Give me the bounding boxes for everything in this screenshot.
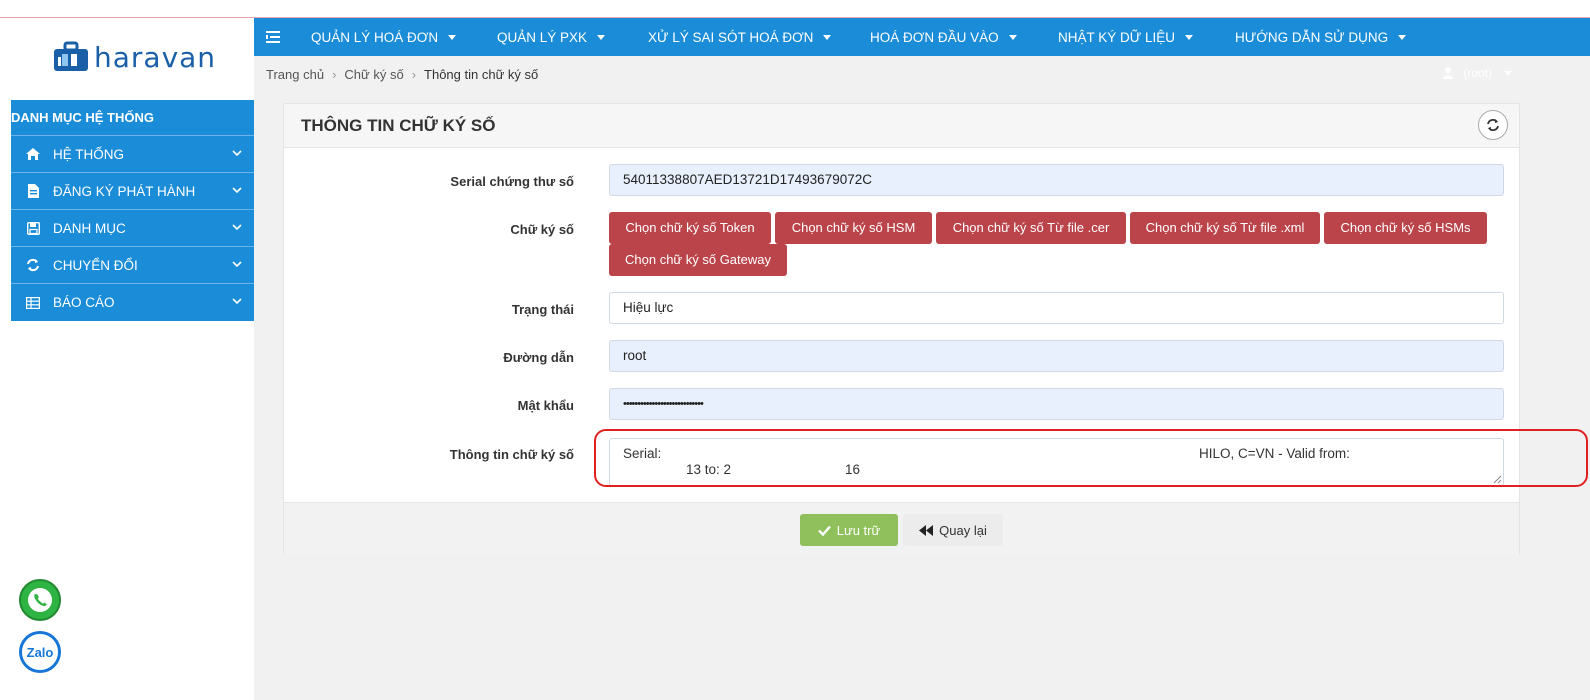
phone-icon [28,588,52,612]
save-button-label: Lưu trữ [836,522,881,538]
choose-token-button[interactable]: Chọn chữ ký số Token [609,212,771,244]
sidebar-item-system[interactable]: HỆ THỐNG [11,136,254,173]
top-navigation: QUẢN LÝ HOÁ ĐƠN QUẢN LÝ PXK XỬ LÝ SAI SÓ… [254,18,1590,56]
user-menu[interactable]: (root) [1443,66,1512,80]
sidebar-item-registration[interactable]: ĐĂNG KÝ PHÁT HÀNH [11,173,254,210]
nav-item-user-guide[interactable]: HƯỚNG DẪN SỬ DỤNG [1235,29,1407,45]
caret-down-icon [823,34,832,40]
caret-down-icon [1008,34,1017,40]
back-button[interactable]: Quay lại [903,514,1003,546]
nav-item-pxk-management[interactable]: QUẢN LÝ PXK [497,29,606,45]
sidebar-item-label: DANH MỤC [53,220,126,236]
choose-xml-file-button[interactable]: Chọn chữ ký số Từ file .xml [1130,212,1320,244]
nav-item-label: HƯỚNG DẪN SỬ DỤNG [1235,29,1389,45]
home-icon [25,146,41,162]
highlight-annotation [594,429,1588,487]
nav-item-label: NHẬT KÝ DỮ LIỆU [1058,29,1176,45]
digital-signature-panel: THÔNG TIN CHỮ KÝ SỐ Serial chứng thư số … [283,103,1520,555]
nav-item-data-log[interactable]: NHẬT KÝ DỮ LIỆU [1058,29,1194,45]
sidebar-heading: DANH MỤC HỆ THỐNG [11,100,254,136]
briefcase-icon [54,41,88,71]
signature-info-label: Thông tin chữ ký số [449,447,574,462]
menu-toggle-button[interactable] [254,31,292,43]
breadcrumb-parent[interactable]: Chữ ký số [344,67,403,82]
brand-logo[interactable]: haravan [52,40,216,74]
refresh-icon [25,257,41,273]
nav-item-invoice-error-handling[interactable]: XỬ LÝ SAI SÓT HOÁ ĐƠN [648,29,832,45]
menu-toggle-icon [266,31,280,43]
nav-item-invoice-management[interactable]: QUẢN LÝ HOÁ ĐƠN [311,29,457,45]
caret-down-icon [597,34,606,40]
breadcrumb-separator-icon: › [411,66,417,82]
path-label: Đường dẫn [503,350,574,365]
caret-down-icon [1504,70,1512,76]
caret-down-icon [1185,34,1194,40]
panel-header: THÔNG TIN CHỮ KÝ SỐ [284,104,1519,148]
signature-label: Chữ ký số [510,222,574,237]
sidebar-item-label: HỆ THỐNG [53,146,125,162]
breadcrumb-home[interactable]: Trang chủ [266,67,324,82]
nav-item-label: HOÁ ĐƠN ĐẦU VÀO [870,29,999,45]
nav-item-label: QUẢN LÝ PXK [497,29,588,45]
file-icon [25,183,41,199]
breadcrumb-bar: Trang chủ › Chữ ký số › Thông tin chữ ký… [254,56,1590,92]
sidebar-item-conversion[interactable]: CHUYỂN ĐỔI [11,247,254,284]
breadcrumb-current: Thông tin chữ ký số [424,66,539,82]
password-label: Mật khẩu [517,398,574,413]
sidebar-item-label: CHUYỂN ĐỔI [53,257,138,273]
sidebar-item-label: ĐĂNG KÝ PHÁT HÀNH [53,183,196,199]
password-input[interactable]: •••••••••••••••••••••••••••• [609,388,1504,420]
chevron-down-icon [232,187,242,194]
sidebar: DANH MỤC HỆ THỐNG HỆ THỐNG ĐĂNG KÝ PHÁT … [11,100,254,321]
refresh-button[interactable] [1478,110,1508,140]
choose-hsm-button[interactable]: Chọn chữ ký số HSM [775,212,932,244]
whatsapp-button[interactable] [19,579,61,621]
user-icon [1443,67,1454,79]
serial-label: Serial chứng thư số [450,174,574,189]
brand-name: haravan [94,40,217,74]
backward-icon [919,524,934,536]
zalo-label: Zalo [26,644,54,660]
caret-down-icon [448,34,457,40]
caret-down-icon [1398,34,1407,40]
choose-hsms-button[interactable]: Chọn chữ ký số HSMs [1324,212,1487,244]
save-icon [25,220,41,236]
back-button-label: Quay lại [939,522,987,538]
nav-item-input-invoice[interactable]: HOÁ ĐƠN ĐẦU VÀO [870,30,1017,45]
chevron-down-icon [232,298,242,305]
status-label: Trạng thái [511,302,574,317]
path-input[interactable]: root [609,340,1504,372]
sidebar-item-label: BÁO CÁO [53,295,115,310]
chevron-down-icon [232,261,242,268]
sidebar-item-catalog[interactable]: DANH MỤC [11,210,254,247]
breadcrumb-separator-icon: › [332,66,337,82]
chevron-down-icon [232,224,242,231]
serial-input[interactable]: 54011338807AED13721D17493679072C [609,164,1504,196]
save-button[interactable]: Lưu trữ [800,514,898,546]
table-icon [25,295,41,311]
refresh-icon [1487,119,1499,131]
user-name: (root) [1463,66,1492,80]
status-input[interactable]: Hiệu lực [609,292,1504,324]
page-title: THÔNG TIN CHỮ KÝ SỐ [301,115,496,135]
logo-area: haravan [0,18,254,100]
check-icon [817,525,831,536]
choose-cer-file-button[interactable]: Chọn chữ ký số Từ file .cer [936,212,1126,244]
nav-item-label: XỬ LÝ SAI SÓT HOÁ ĐƠN [648,29,814,45]
nav-item-label: QUẢN LÝ HOÁ ĐƠN [311,29,439,45]
panel-footer: Lưu trữ Quay lại [284,502,1519,555]
chevron-down-icon [232,150,242,157]
choose-gateway-button[interactable]: Chọn chữ ký số Gateway [609,244,787,276]
zalo-button[interactable]: Zalo [19,631,61,673]
sidebar-item-report[interactable]: BÁO CÁO [11,284,254,321]
